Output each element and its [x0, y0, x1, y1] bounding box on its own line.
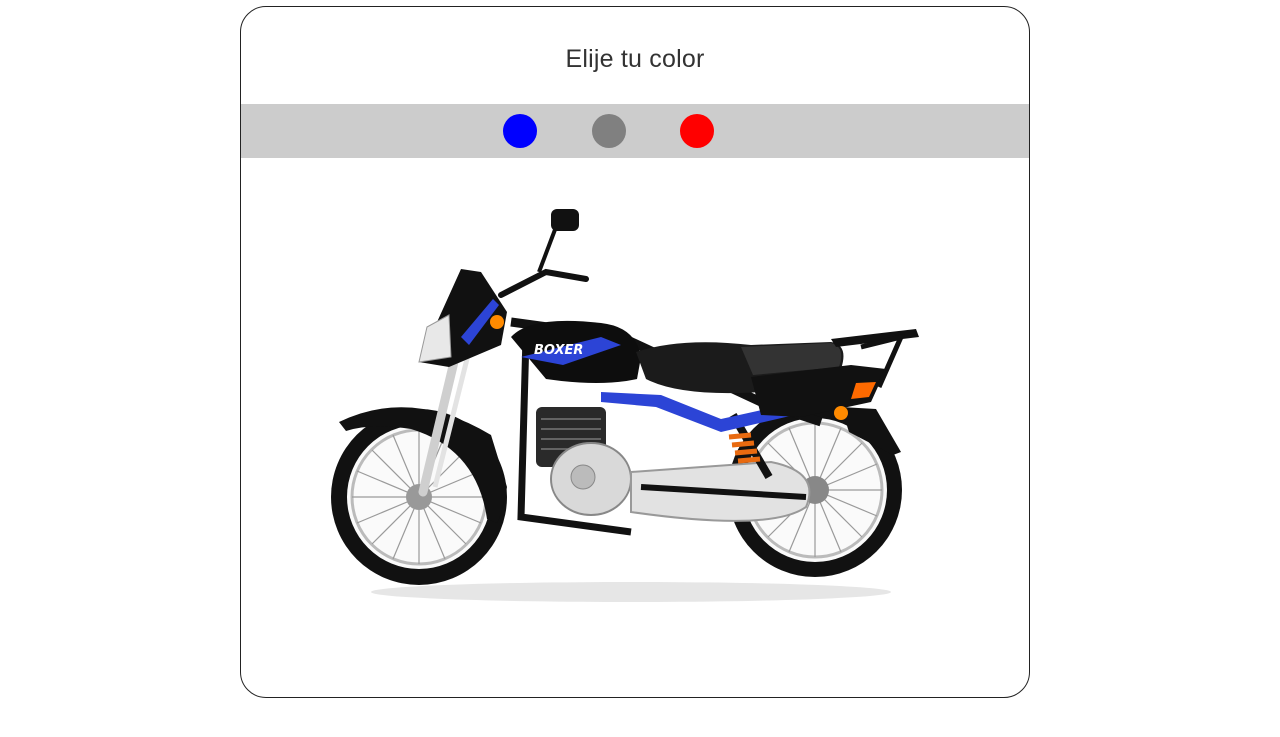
- motorcycle-image: BOXER CT: [301, 187, 961, 617]
- color-swatch-bar: [241, 104, 1029, 158]
- swatch-blue-button[interactable]: [503, 114, 537, 148]
- page-title: Elije tu color: [565, 45, 705, 73]
- swatch-red-button[interactable]: [680, 114, 714, 148]
- swatch-gray-button[interactable]: [592, 114, 626, 148]
- color-picker-card: Elije tu color BOXER: [240, 6, 1030, 698]
- tank-label: BOXER: [534, 343, 583, 358]
